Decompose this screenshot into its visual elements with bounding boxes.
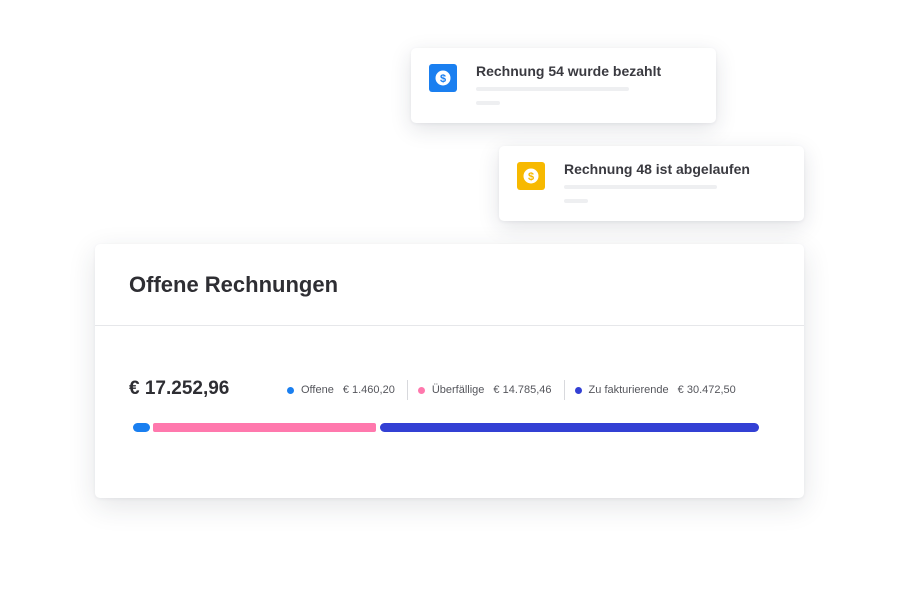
svg-text:$: $ [528,171,534,183]
notification-invoice-expired[interactable]: $ Rechnung 48 ist abgelaufen [499,146,804,221]
legend-value: € 30.472,50 [677,384,736,396]
card-title: Offene Rechnungen [129,272,339,297]
total-amount: € 17.252,96 [129,378,230,399]
legend-dot [287,386,294,394]
dollar-coin-icon: $ [429,64,457,92]
notification-invoice-paid[interactable]: $ Rechnung 54 wurde bezahlt [411,48,716,123]
legend-item-to-invoice: Zu fakturierende € 30.472,50 [574,384,736,396]
notification-title: Rechnung 48 ist abgelaufen [564,161,750,177]
notification-title: Rechnung 54 wurde bezahlt [476,63,662,79]
invoice-legend: Offene € 1.460,20 Überfällige € 14.785,4… [287,380,736,400]
dollar-coin-icon: $ [517,162,545,190]
legend-value: € 14.785,46 [493,384,552,396]
open-invoices-card: Offene Rechnungen € 17.252,96 Offene € 1… [95,244,804,498]
legend-separator [563,380,565,400]
legend-label: Überfällige [431,384,485,396]
placeholder-line [564,199,588,203]
placeholder-line [476,101,500,105]
legend-label: Zu fakturierende [588,384,669,396]
progress-segment-to-invoice [380,423,759,432]
placeholder-line [564,185,717,189]
legend-dot [574,386,582,394]
legend-item-overdue: Überfällige € 14.785,46 [417,384,552,396]
legend-value: € 1.460,20 [342,384,395,396]
legend-item-open: Offene € 1.460,20 [287,384,395,396]
legend-dot [417,386,425,394]
divider [95,325,804,326]
legend-label: Offene [301,384,334,396]
progress-segment-open [133,423,150,432]
placeholder-line [476,87,629,91]
svg-text:$: $ [440,73,446,85]
progress-segment-overdue [153,423,376,432]
legend-separator [406,380,408,400]
